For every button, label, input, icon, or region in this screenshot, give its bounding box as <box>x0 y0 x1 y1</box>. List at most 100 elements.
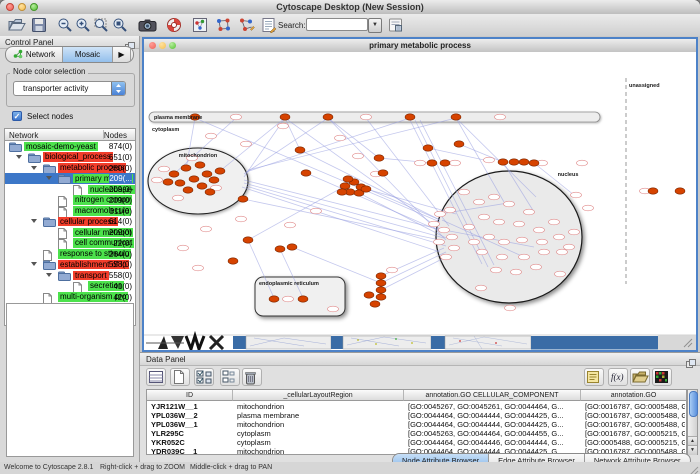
network-node-selected[interactable] <box>209 177 219 183</box>
network-node[interactable] <box>201 226 212 232</box>
zoom-fit-icon[interactable] <box>93 17 111 33</box>
network-node-selected[interactable] <box>181 165 191 171</box>
network-node-selected[interactable] <box>529 160 539 166</box>
network-node[interactable] <box>439 227 450 233</box>
network-node[interactable] <box>231 114 242 120</box>
select-nodes-checkbox[interactable]: ✓ <box>12 111 22 121</box>
tree-row-metabolic-process[interactable]: metabolic process280(0) <box>5 163 135 174</box>
network-node-selected[interactable] <box>189 176 199 182</box>
tab-overflow-arrow[interactable]: ▶ <box>113 47 131 62</box>
birds-eye-view[interactable] <box>6 303 134 457</box>
network-node[interactable] <box>504 201 515 207</box>
filter-icon[interactable] <box>261 17 279 33</box>
zoom-selected-icon[interactable] <box>112 17 130 33</box>
network-node[interactable] <box>450 160 461 166</box>
network-node[interactable] <box>577 160 588 166</box>
network-node[interactable] <box>479 214 490 220</box>
network-node[interactable] <box>477 249 488 255</box>
network-node[interactable] <box>206 133 217 139</box>
network-column-header[interactable]: Network <box>9 131 38 140</box>
annotation-note-icon[interactable] <box>584 368 604 386</box>
network-node-selected[interactable] <box>440 160 450 166</box>
network-node-selected[interactable] <box>323 114 333 120</box>
tree-row-cell-communicat[interactable]: cell communicat22(0) <box>5 238 135 249</box>
heatmap-icon[interactable] <box>652 368 672 386</box>
network-node-selected[interactable] <box>298 296 308 302</box>
network-node[interactable] <box>387 267 398 273</box>
network-node-selected[interactable] <box>163 179 173 185</box>
scrollbar-thumb[interactable] <box>689 391 698 417</box>
network-node-selected[interactable] <box>205 189 215 195</box>
network-node[interactable] <box>517 237 528 243</box>
network-node[interactable] <box>511 269 522 275</box>
network-node[interactable] <box>505 305 516 311</box>
tree-row-secretion[interactable]: secretion41(0) <box>5 281 135 292</box>
network-node-selected[interactable] <box>301 170 311 176</box>
column-header-molecular-function[interactable]: annotation.GO MOLECULAR_FUNCTION <box>581 390 687 401</box>
network-node-selected[interactable] <box>287 244 297 250</box>
network-node[interactable] <box>495 114 506 120</box>
network-node-selected[interactable] <box>519 159 529 165</box>
network-node[interactable] <box>494 219 505 225</box>
network-node[interactable] <box>469 239 480 245</box>
expander-icon[interactable] <box>31 219 37 223</box>
tree-row-transport[interactable]: transport558(0) <box>5 270 135 281</box>
network-node[interactable] <box>514 221 525 227</box>
annotation-network-icon[interactable] <box>238 17 256 33</box>
network-node-selected[interactable] <box>675 188 685 194</box>
vizmapper-icon[interactable] <box>192 17 210 33</box>
tree-row-cellular-metabol[interactable]: cellular metabol209(0) <box>5 227 135 238</box>
network-node[interactable] <box>537 239 548 245</box>
network-node-selected[interactable] <box>405 114 415 120</box>
network-node-selected[interactable] <box>427 160 437 166</box>
attribute-table-icon[interactable] <box>146 368 166 386</box>
network-node-selected[interactable] <box>343 176 353 182</box>
column-header-id[interactable]: ID <box>147 390 233 401</box>
network-node[interactable] <box>445 207 456 213</box>
nodes-column-header[interactable]: Nodes <box>104 131 127 140</box>
network-node[interactable] <box>484 157 495 163</box>
network-node[interactable] <box>554 234 565 240</box>
tree-row-nucleobase-[interactable]: nucleobase-209(0) <box>5 184 135 195</box>
network-node-selected[interactable] <box>423 145 433 151</box>
network-node[interactable] <box>539 249 550 255</box>
network-node[interactable] <box>476 285 487 291</box>
network-node[interactable] <box>531 264 542 270</box>
network-canvas[interactable]: plasma membranecytoplasmmitochondrionnuc… <box>144 52 696 350</box>
scroll-down-button[interactable]: ▼ <box>688 445 697 455</box>
network-node-selected[interactable] <box>243 237 253 243</box>
network-node[interactable] <box>497 254 508 260</box>
network-node[interactable] <box>519 254 530 260</box>
tree-row-mosaic-demo-yeast[interactable]: mosaic-demo-yeast874(0) <box>5 141 135 152</box>
network-node[interactable] <box>152 177 163 183</box>
column-header-region[interactable]: _cellularLayoutRegion <box>233 390 404 401</box>
network-node[interactable] <box>434 239 445 245</box>
network-node[interactable] <box>278 123 289 129</box>
resize-grip-icon[interactable] <box>688 463 699 474</box>
network-node[interactable] <box>447 234 458 240</box>
network-node[interactable] <box>564 244 575 250</box>
network-node-selected[interactable] <box>364 292 374 298</box>
network-node[interactable] <box>241 141 252 147</box>
network-node-selected[interactable] <box>228 258 238 264</box>
network-node[interactable] <box>236 216 247 222</box>
network-node-selected[interactable] <box>295 147 305 153</box>
network-node-selected[interactable] <box>238 196 248 202</box>
network-node-selected[interactable] <box>378 170 388 176</box>
network-node-selected[interactable] <box>195 162 205 168</box>
import-table-icon[interactable] <box>630 368 650 386</box>
network-node[interactable] <box>159 166 170 172</box>
network-node[interactable] <box>569 229 580 235</box>
network-node[interactable] <box>555 271 566 277</box>
network-node[interactable] <box>285 222 296 228</box>
tree-row-establishment-of-lo[interactable]: establishment of lo558(0) <box>5 259 135 270</box>
search-input[interactable] <box>306 18 368 31</box>
expander-icon[interactable] <box>16 155 22 159</box>
network-node[interactable] <box>484 234 495 240</box>
snapshot-icon[interactable] <box>138 17 156 33</box>
network-node[interactable] <box>534 227 545 233</box>
expander-icon[interactable] <box>31 166 37 170</box>
network-node[interactable] <box>441 254 452 260</box>
network-node-selected[interactable] <box>374 155 384 161</box>
tree-row-response-to-stimulu[interactable]: response to stimulu264(0) <box>5 249 135 260</box>
